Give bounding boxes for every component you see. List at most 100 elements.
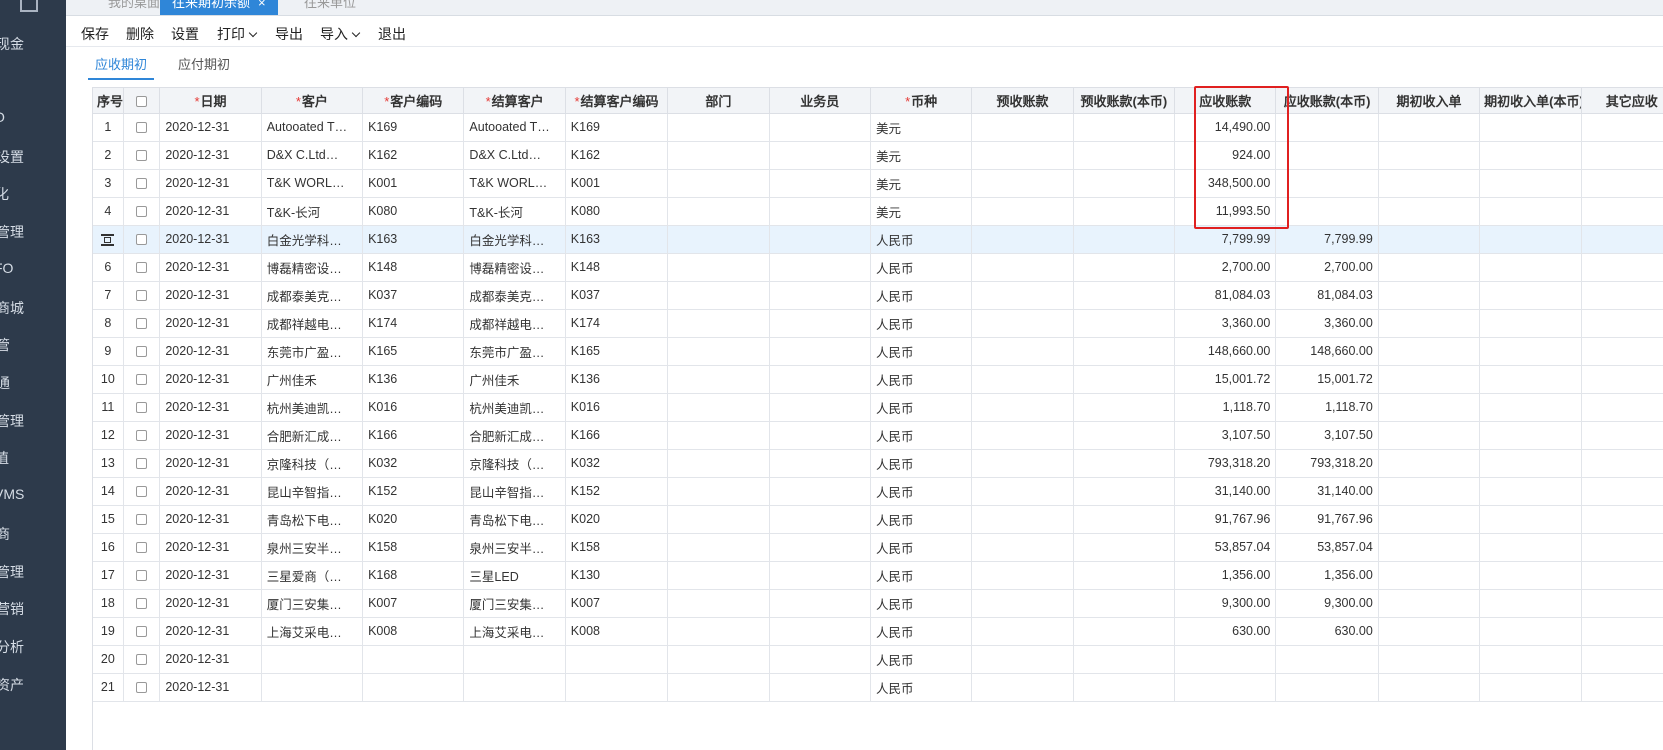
row-select-cell[interactable] bbox=[123, 393, 161, 422]
salesman-cell[interactable] bbox=[769, 421, 871, 450]
prepaid-cell[interactable] bbox=[971, 617, 1074, 646]
salesman-cell[interactable] bbox=[769, 281, 871, 310]
dept-cell[interactable] bbox=[667, 561, 770, 590]
checkbox-icon[interactable] bbox=[136, 206, 148, 218]
row-select-cell[interactable] bbox=[123, 113, 161, 142]
import-dropdown[interactable]: 导入 bbox=[320, 24, 361, 44]
other-receivable-cell[interactable] bbox=[1581, 449, 1663, 478]
init-income-cell[interactable] bbox=[1378, 225, 1481, 254]
receivable-local-cell[interactable]: 91,767.96 bbox=[1275, 505, 1379, 534]
currency-cell[interactable]: 人民币 bbox=[870, 617, 973, 646]
prepaid-local-cell[interactable] bbox=[1073, 169, 1176, 198]
checkbox-icon[interactable] bbox=[136, 654, 148, 666]
settle-code-cell[interactable]: K148 bbox=[565, 253, 669, 282]
currency-cell[interactable]: 人民币 bbox=[870, 337, 973, 366]
prepaid-local-cell[interactable] bbox=[1073, 561, 1176, 590]
receivable-local-cell[interactable]: 1,356.00 bbox=[1275, 561, 1379, 590]
settle-customer-cell[interactable] bbox=[463, 645, 566, 674]
init-income-local-cell[interactable] bbox=[1479, 477, 1582, 506]
init-income-cell[interactable] bbox=[1378, 589, 1481, 618]
sidebar-item[interactable]: 管理 bbox=[0, 562, 24, 582]
checkbox-icon[interactable] bbox=[136, 486, 148, 498]
other-receivable-cell[interactable] bbox=[1581, 197, 1663, 226]
row-select-cell[interactable] bbox=[123, 253, 161, 282]
init-income-local-cell[interactable] bbox=[1479, 309, 1582, 338]
prepaid-local-cell[interactable] bbox=[1073, 281, 1176, 310]
close-icon[interactable]: × bbox=[258, 0, 266, 13]
init-income-cell[interactable] bbox=[1378, 141, 1481, 170]
customer-cell[interactable]: 青岛松下电… bbox=[261, 505, 364, 534]
init-income-cell[interactable] bbox=[1378, 309, 1481, 338]
settle-code-cell[interactable]: K174 bbox=[565, 309, 669, 338]
sidebar-item[interactable]: 化 bbox=[0, 184, 9, 204]
row-select-cell[interactable] bbox=[123, 197, 161, 226]
init-income-cell[interactable] bbox=[1378, 477, 1481, 506]
salesman-cell[interactable] bbox=[769, 113, 871, 142]
row-select-cell[interactable] bbox=[123, 337, 161, 366]
row-select-cell[interactable] bbox=[123, 421, 161, 450]
init-income-cell[interactable] bbox=[1378, 197, 1481, 226]
currency-cell[interactable]: 美元 bbox=[870, 113, 973, 142]
dept-cell[interactable] bbox=[667, 421, 770, 450]
table-row[interactable]: 20 2020-12-31 人民币 bbox=[93, 645, 1663, 674]
init-income-cell[interactable] bbox=[1378, 533, 1481, 562]
settle-customer-cell[interactable] bbox=[463, 673, 566, 702]
prepaid-local-cell[interactable] bbox=[1073, 617, 1176, 646]
settle-customer-cell[interactable]: 广州佳禾 bbox=[463, 365, 566, 394]
row-select-cell[interactable] bbox=[123, 477, 161, 506]
receivable-local-cell[interactable] bbox=[1275, 645, 1379, 674]
tab-partners[interactable]: 往来单位 bbox=[292, 0, 368, 15]
receivable-local-cell[interactable]: 15,001.72 bbox=[1275, 365, 1379, 394]
customer-code-cell[interactable]: K020 bbox=[362, 505, 465, 534]
settle-code-cell[interactable]: K165 bbox=[565, 337, 669, 366]
customer-code-cell[interactable]: K169 bbox=[362, 113, 465, 142]
currency-cell[interactable]: 人民币 bbox=[870, 309, 973, 338]
sidebar-item[interactable]: 设置 bbox=[0, 147, 24, 167]
receivable-cell[interactable] bbox=[1174, 673, 1277, 702]
customer-code-cell[interactable]: K168 bbox=[362, 561, 465, 590]
init-income-local-cell[interactable] bbox=[1479, 421, 1582, 450]
init-income-cell[interactable] bbox=[1378, 281, 1481, 310]
currency-cell[interactable]: 人民币 bbox=[870, 393, 973, 422]
settings-button[interactable]: 设置 bbox=[171, 24, 199, 44]
table-row[interactable]: 14 2020-12-31 昆山辛智指… K152 昆山辛智指… K152 人民币 31,14… bbox=[93, 477, 1663, 506]
dept-cell[interactable] bbox=[667, 309, 770, 338]
other-receivable-cell[interactable] bbox=[1581, 421, 1663, 450]
settle-code-cell[interactable]: K080 bbox=[565, 197, 669, 226]
receivable-local-cell[interactable] bbox=[1275, 197, 1379, 226]
other-receivable-cell[interactable] bbox=[1581, 225, 1663, 254]
settle-code-cell[interactable]: K016 bbox=[565, 393, 669, 422]
receivable-cell[interactable]: 3,360.00 bbox=[1174, 309, 1277, 338]
col-header-prepaid[interactable]: 预收账款 bbox=[971, 88, 1074, 114]
date-cell[interactable]: 2020-12-31 bbox=[159, 673, 262, 702]
init-income-local-cell[interactable] bbox=[1479, 589, 1582, 618]
other-receivable-cell[interactable] bbox=[1581, 477, 1663, 506]
salesman-cell[interactable] bbox=[769, 365, 871, 394]
currency-cell[interactable]: 人民币 bbox=[870, 421, 973, 450]
date-cell[interactable]: 2020-12-31 bbox=[159, 505, 262, 534]
init-income-cell[interactable] bbox=[1378, 113, 1481, 142]
table-row[interactable]: 1 2020-12-31 Autooated T… K169 Autooated T… K… bbox=[93, 113, 1663, 142]
sidebar-item[interactable]: 资产 bbox=[0, 675, 24, 695]
init-income-local-cell[interactable] bbox=[1479, 673, 1582, 702]
sidebar-item[interactable]: FO bbox=[0, 260, 13, 276]
prepaid-cell[interactable] bbox=[971, 225, 1074, 254]
dept-cell[interactable] bbox=[667, 617, 770, 646]
checkbox-icon[interactable] bbox=[136, 430, 148, 442]
currency-cell[interactable]: 美元 bbox=[870, 197, 973, 226]
init-income-cell[interactable] bbox=[1378, 337, 1481, 366]
salesman-cell[interactable] bbox=[769, 393, 871, 422]
receivable-local-cell[interactable]: 630.00 bbox=[1275, 617, 1379, 646]
col-header-date[interactable]: *日期 bbox=[159, 88, 262, 114]
dept-cell[interactable] bbox=[667, 533, 770, 562]
table-row[interactable]: 18 2020-12-31 厦门三安集… K007 厦门三安集… K007 人民币 9,300… bbox=[93, 589, 1663, 618]
other-receivable-cell[interactable] bbox=[1581, 253, 1663, 282]
checkbox-icon[interactable] bbox=[136, 542, 148, 554]
prepaid-cell[interactable] bbox=[971, 393, 1074, 422]
add-document-icon[interactable] bbox=[20, 0, 38, 12]
currency-cell[interactable]: 人民币 bbox=[870, 365, 973, 394]
settle-customer-cell[interactable]: 京隆科技（… bbox=[463, 449, 566, 478]
other-receivable-cell[interactable] bbox=[1581, 561, 1663, 590]
init-income-cell[interactable] bbox=[1378, 561, 1481, 590]
checkbox-icon[interactable] bbox=[136, 318, 148, 330]
